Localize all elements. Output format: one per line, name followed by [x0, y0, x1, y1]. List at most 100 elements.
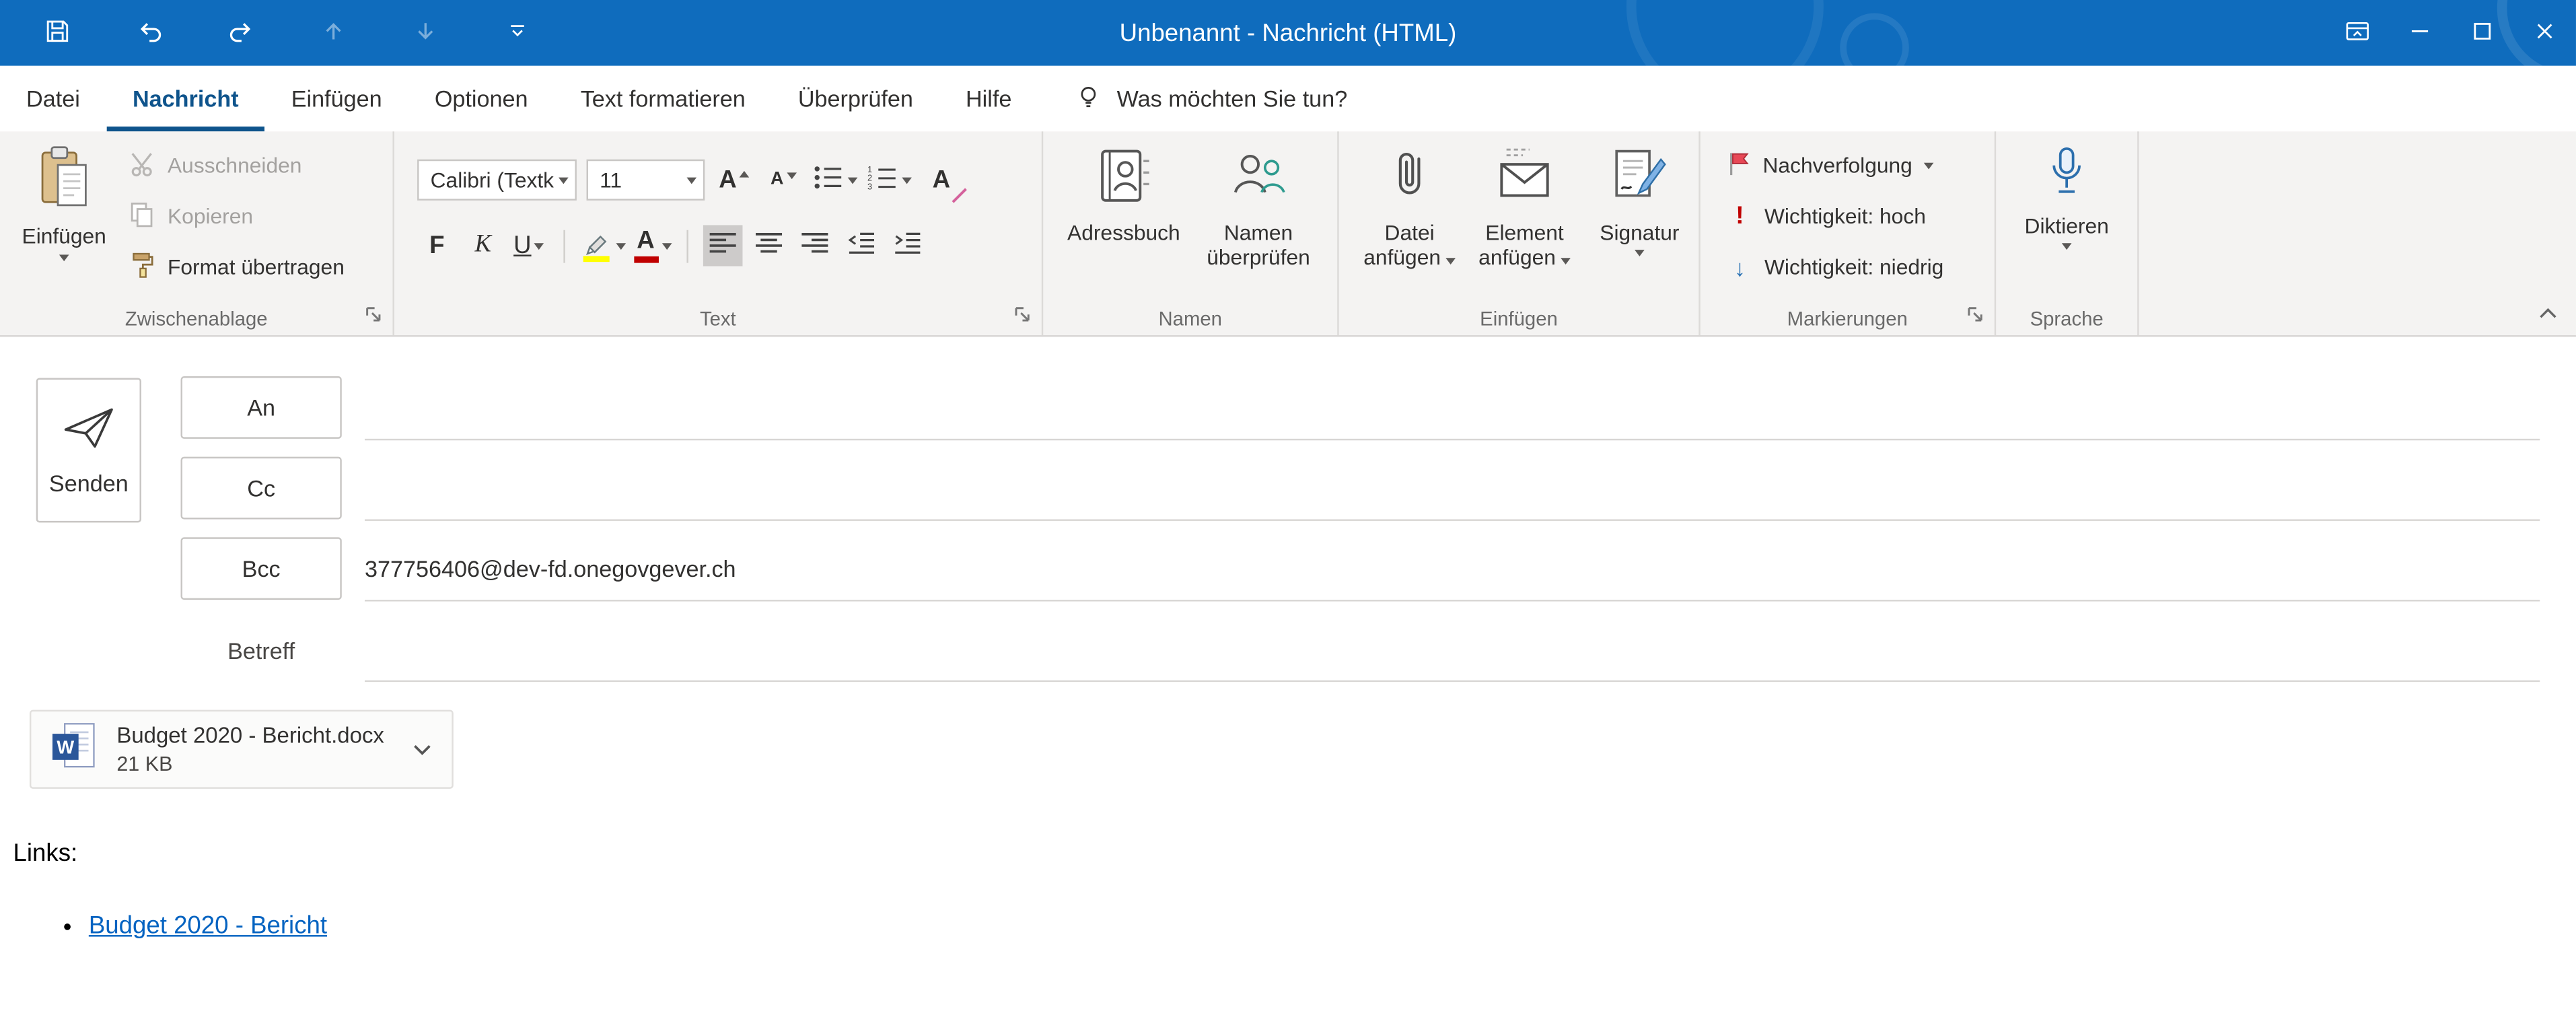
attachment-dropdown-button[interactable]: [406, 725, 439, 774]
tab-hilfe[interactable]: Hilfe: [939, 66, 1038, 132]
group-einfuegen: Datei anfügen Element anfügen Signatur E…: [1339, 131, 1701, 335]
minimize-icon: [2405, 15, 2435, 50]
check-names-button[interactable]: Namen überprüfen: [1194, 141, 1322, 269]
text-dialog-launcher[interactable]: [1012, 304, 1034, 326]
font-color-letter: A: [637, 228, 654, 253]
font-size-combobox[interactable]: 11: [587, 160, 705, 201]
ribbon-display-options-button[interactable]: [2326, 0, 2389, 66]
group-label-sprache: Sprache: [1996, 308, 2137, 330]
close-button[interactable]: [2513, 0, 2576, 66]
font-size-dropdown-icon: [686, 176, 696, 183]
attachment-card[interactable]: W Budget 2020 - Bericht.docx 21 KB: [30, 710, 454, 789]
font-color-button[interactable]: A: [633, 225, 672, 266]
to-button[interactable]: An: [181, 376, 342, 439]
tab-datei[interactable]: Datei: [0, 66, 106, 132]
customize-quick-access-button[interactable]: [499, 8, 536, 57]
separator: [686, 230, 688, 263]
highlighter-icon: [580, 230, 613, 263]
increase-indent-button[interactable]: [887, 225, 927, 266]
next-item-button: [407, 8, 443, 57]
outlook-compose-window: Unbenannt - Nachricht (HTML) Datei Nachr…: [0, 0, 2576, 1011]
tab-optionen[interactable]: Optionen: [408, 66, 554, 132]
increase-indent-icon: [891, 230, 922, 261]
maximize-button[interactable]: [2451, 0, 2513, 66]
highlight-dropdown-icon: [616, 242, 626, 249]
svg-text:W: W: [57, 736, 74, 757]
importance-low-button[interactable]: ↓ Wichtigkeit: niedrig: [1720, 246, 1950, 287]
collapse-ribbon-button[interactable]: [2535, 302, 2561, 325]
text-highlight-button[interactable]: [580, 225, 626, 266]
save-button[interactable]: [40, 8, 76, 57]
paste-button[interactable]: Einfügen: [16, 141, 112, 299]
customize-caret-icon: [504, 18, 530, 48]
subject-field[interactable]: [365, 618, 2540, 681]
bullets-dropdown-icon: [848, 176, 858, 183]
cc-button[interactable]: Cc: [181, 457, 342, 520]
bcc-button[interactable]: Bcc: [181, 537, 342, 600]
redo-button[interactable]: [223, 8, 260, 57]
save-icon: [42, 15, 72, 50]
document-link[interactable]: Budget 2020 - Bericht: [89, 912, 327, 940]
numbering-button[interactable]: 123: [867, 160, 912, 201]
align-center-button[interactable]: [749, 225, 789, 266]
tags-dialog-launcher[interactable]: [1965, 304, 1987, 326]
importance-high-button[interactable]: ! Wichtigkeit: hoch: [1720, 196, 1950, 237]
signature-button[interactable]: Signatur: [1589, 141, 1690, 269]
grow-font-button[interactable]: A: [715, 160, 754, 201]
shrink-font-letter: A: [771, 171, 783, 189]
shrink-font-button[interactable]: A: [764, 160, 803, 201]
to-field[interactable]: [365, 376, 2540, 439]
underline-letter: U: [513, 232, 531, 260]
group-label-text: Text: [394, 308, 1042, 330]
shrink-font-caret-icon: [787, 172, 797, 178]
send-button[interactable]: Senden: [36, 378, 141, 522]
tab-text-formatieren[interactable]: Text formatieren: [554, 66, 772, 132]
bcc-field[interactable]: 377756406@dev-fd.onegovgever.ch: [365, 537, 2540, 600]
bullets-button[interactable]: [813, 160, 857, 201]
align-center-icon: [754, 232, 784, 260]
attachment-size: 21 KB: [116, 753, 384, 775]
clear-formatting-button[interactable]: A: [922, 160, 962, 201]
tab-ueberpruefen[interactable]: Überprüfen: [772, 66, 939, 132]
decrease-indent-button[interactable]: [841, 225, 881, 266]
attach-file-button[interactable]: Datei anfügen: [1359, 141, 1460, 269]
tell-me-box[interactable]: Was möchten Sie tun?: [1074, 66, 1347, 132]
dictate-button[interactable]: Diktieren: [2009, 141, 2124, 250]
attach-item-button[interactable]: Element anfügen: [1474, 141, 1575, 269]
underline-button[interactable]: U: [509, 225, 549, 266]
to-field-underline: [365, 439, 2540, 440]
tab-einfuegen[interactable]: Einfügen: [265, 66, 408, 132]
align-right-button[interactable]: [795, 225, 835, 266]
word-file-icon: W: [51, 719, 97, 779]
font-name-value: Calibri (Textk: [431, 168, 554, 193]
importance-low-icon: ↓: [1727, 254, 1753, 280]
signature-icon: [1610, 145, 1669, 212]
format-painter-button[interactable]: Format übertragen: [122, 246, 351, 287]
undo-button[interactable]: [131, 8, 168, 57]
tags-buttons: Nachverfolgung ! Wichtigkeit: hoch ↓ Wic…: [1720, 145, 1950, 287]
cc-field[interactable]: [365, 457, 2540, 520]
arrow-up-icon: [319, 15, 349, 50]
align-left-button[interactable]: [703, 225, 743, 266]
close-icon: [2530, 15, 2560, 50]
address-book-button[interactable]: Adressbuch: [1060, 141, 1188, 269]
envelope-icon: [1495, 145, 1554, 212]
format-painter-icon: [128, 250, 156, 283]
importance-high-label: Wichtigkeit: hoch: [1764, 204, 1926, 229]
italic-button[interactable]: K: [463, 225, 503, 266]
copy-icon: [128, 200, 156, 233]
font-color-bar: [633, 256, 658, 263]
group-label-markierungen: Markierungen: [1701, 308, 1995, 330]
bold-button[interactable]: F: [417, 225, 457, 266]
follow-up-button[interactable]: Nachverfolgung: [1720, 145, 1950, 186]
font-name-combobox[interactable]: Calibri (Textk: [417, 160, 577, 201]
font-color-icon: A: [633, 228, 658, 263]
dictate-label: Diktieren: [2025, 213, 2109, 238]
tab-nachricht[interactable]: Nachricht: [106, 66, 265, 132]
separator: [563, 230, 565, 263]
minimize-button[interactable]: [2389, 0, 2452, 66]
font-color-dropdown-icon: [661, 242, 672, 249]
follow-up-dropdown-icon: [1924, 162, 1934, 168]
signature-dropdown-icon: [1635, 250, 1645, 256]
clipboard-dialog-launcher[interactable]: [363, 304, 385, 326]
